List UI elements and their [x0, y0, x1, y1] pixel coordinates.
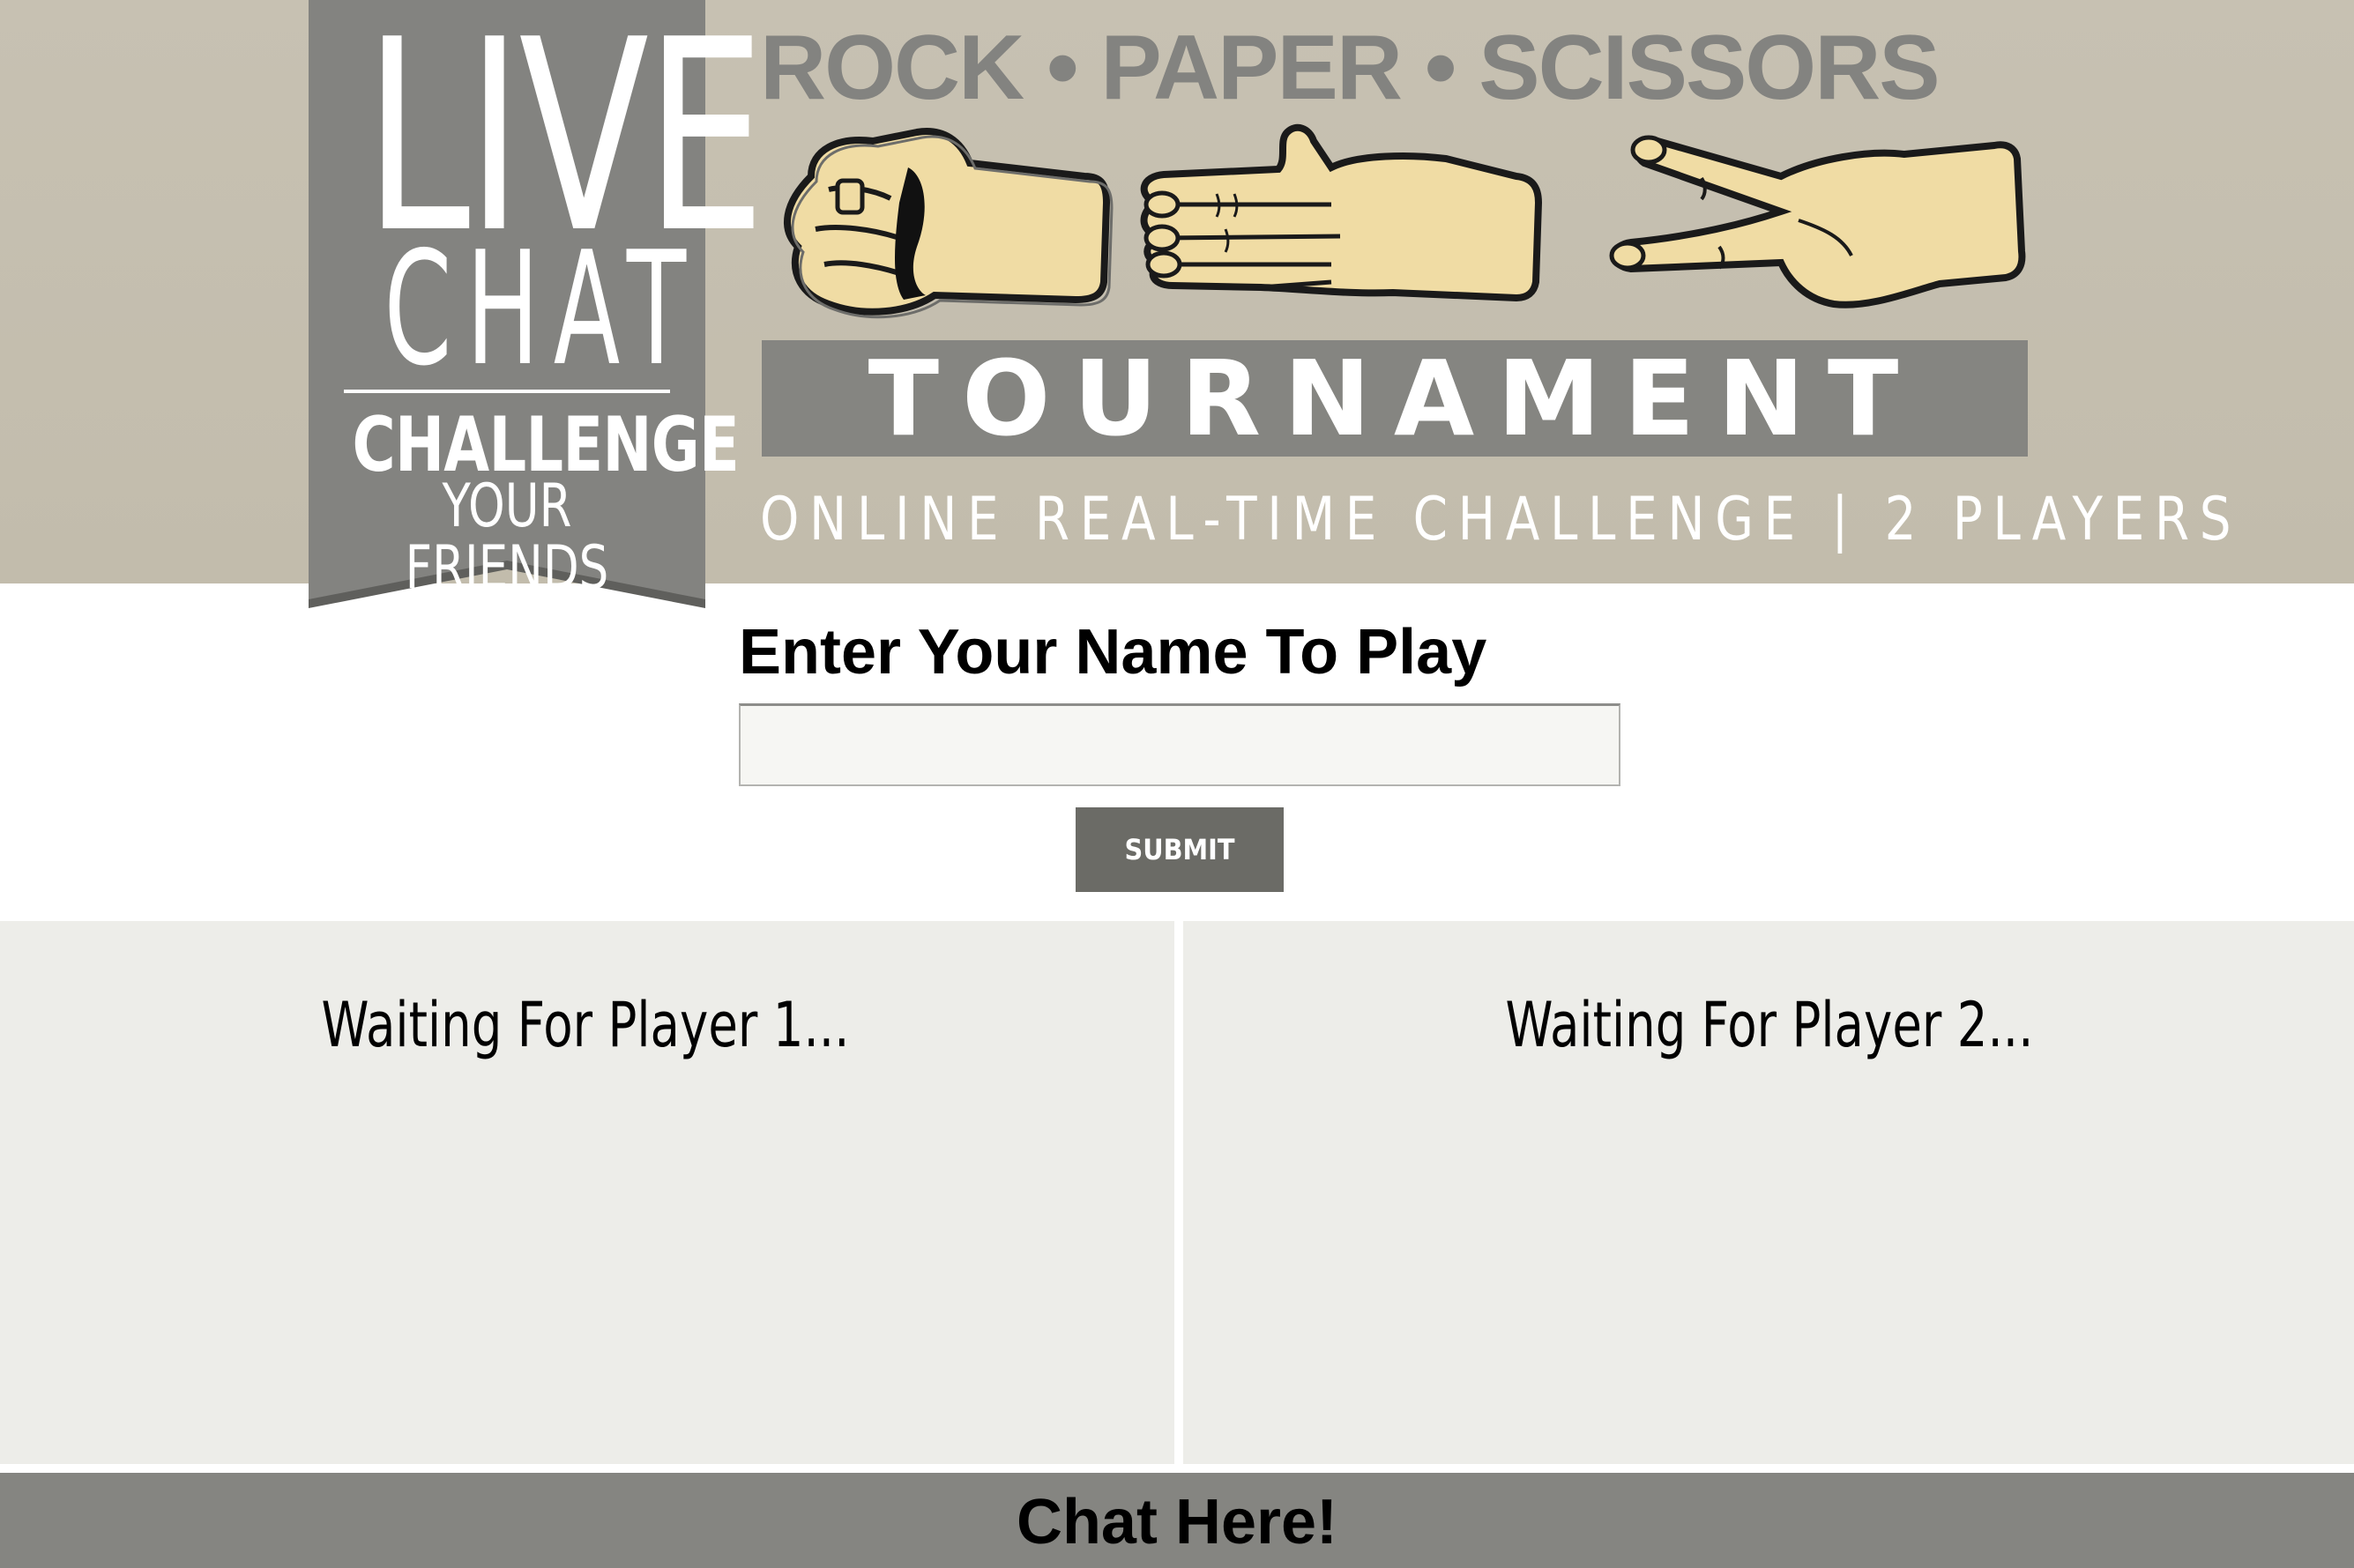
name-prompt-heading: Enter Your Name To Play [739, 617, 1487, 687]
live-chat-ribbon: LIVE CHAT CHALLENGE YOUR FRIENDS [309, 0, 765, 608]
tournament-title: TOURNAMENT [868, 338, 1922, 459]
player2-status: Waiting For Player 2... [1505, 989, 2034, 1061]
player1-panel: Waiting For Player 1... [0, 921, 1174, 1464]
player1-status: Waiting For Player 1... [321, 989, 850, 1061]
game-title: ROCK • PAPER • SCISSORS [760, 17, 1941, 119]
chat-label: Chat Here! [1016, 1487, 1338, 1557]
rock-hand-icon [784, 128, 1114, 319]
scissors-hand-icon [1609, 135, 2026, 308]
player-name-input[interactable] [739, 703, 1620, 786]
player2-panel: Waiting For Player 2... [1183, 921, 2354, 1464]
ribbon-chat-text: CHAT [384, 218, 701, 400]
submit-button[interactable]: SUBMIT [1076, 807, 1284, 892]
header-banner: LIVE CHAT CHALLENGE YOUR FRIENDS ROCK • … [0, 0, 2354, 608]
tournament-bar: TOURNAMENT [762, 340, 2028, 457]
hands-illustration [784, 123, 2026, 319]
chat-bar[interactable]: Chat Here! [0, 1473, 2354, 1568]
tagline: ONLINE REAL-TIME CHALLENGE | 2 PLAYERS [760, 485, 2242, 554]
ribbon-friends-text: YOUR FRIENDS [405, 472, 609, 603]
paper-hand-icon [1140, 123, 1543, 302]
ribbon-divider [344, 390, 670, 393]
